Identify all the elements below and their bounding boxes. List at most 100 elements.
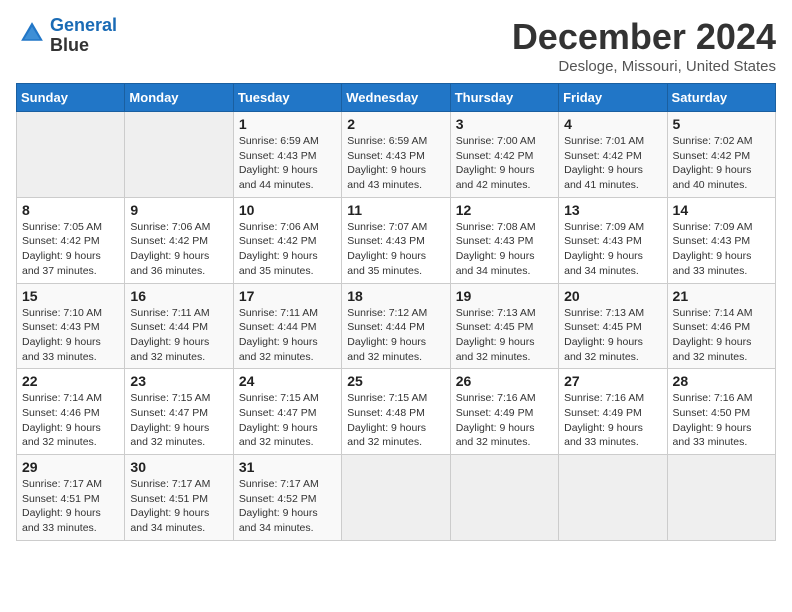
day-number: 24 — [239, 373, 336, 389]
day-number: 8 — [22, 202, 119, 218]
day-info: Sunrise: 7:09 AMSunset: 4:43 PMDaylight:… — [673, 220, 770, 279]
calendar-cell: 13 Sunrise: 7:09 AMSunset: 4:43 PMDayligh… — [559, 197, 667, 283]
day-number: 21 — [673, 288, 770, 304]
calendar-cell: 1 Sunrise: 6:59 AMSunset: 4:43 PMDaylight… — [233, 112, 341, 198]
calendar-cell — [17, 112, 125, 198]
day-number: 14 — [673, 202, 770, 218]
calendar-week-3: 22 Sunrise: 7:14 AMSunset: 4:46 PMDayligh… — [17, 369, 776, 455]
calendar-cell: 31Sunrise: 7:17 AMSunset: 4:52 PMDayligh… — [233, 455, 341, 541]
calendar-cell: 18 Sunrise: 7:12 AMSunset: 4:44 PMDayligh… — [342, 283, 450, 369]
calendar-cell — [342, 455, 450, 541]
day-number: 18 — [347, 288, 444, 304]
day-info: Sunrise: 7:13 AMSunset: 4:45 PMDaylight:… — [564, 306, 661, 365]
day-info: Sunrise: 7:07 AMSunset: 4:43 PMDaylight:… — [347, 220, 444, 279]
day-number: 28 — [673, 373, 770, 389]
day-info: Sunrise: 7:05 AMSunset: 4:42 PMDaylight:… — [22, 220, 119, 279]
day-number: 9 — [130, 202, 227, 218]
calendar-cell: 21 Sunrise: 7:14 AMSunset: 4:46 PMDayligh… — [667, 283, 775, 369]
day-info: Sunrise: 7:09 AMSunset: 4:43 PMDaylight:… — [564, 220, 661, 279]
calendar-cell: 12Sunrise: 7:08 AMSunset: 4:43 PMDayligh… — [450, 197, 558, 283]
header: GeneralBlue December 2024 Desloge, Misso… — [16, 16, 776, 75]
calendar-cell: 16 Sunrise: 7:11 AMSunset: 4:44 PMDayligh… — [125, 283, 233, 369]
calendar-cell: 24 Sunrise: 7:15 AMSunset: 4:47 PMDayligh… — [233, 369, 341, 455]
day-info: Sunrise: 7:10 AMSunset: 4:43 PMDaylight:… — [22, 306, 119, 365]
day-info: Sunrise: 7:15 AMSunset: 4:47 PMDaylight:… — [130, 391, 227, 450]
day-info: Sunrise: 7:16 AMSunset: 4:49 PMDaylight:… — [456, 391, 553, 450]
day-info: Sunrise: 7:13 AMSunset: 4:45 PMDaylight:… — [456, 306, 553, 365]
logo: GeneralBlue — [16, 16, 117, 56]
day-info: Sunrise: 6:59 AMSunset: 4:43 PMDaylight:… — [347, 134, 444, 193]
day-number: 30 — [130, 459, 227, 475]
calendar-cell: 9Sunrise: 7:06 AMSunset: 4:42 PMDaylight… — [125, 197, 233, 283]
header-cell-wednesday: Wednesday — [342, 84, 450, 112]
calendar-header-row: SundayMondayTuesdayWednesdayThursdayFrid… — [17, 84, 776, 112]
day-info: Sunrise: 7:14 AMSunset: 4:46 PMDaylight:… — [673, 306, 770, 365]
day-number: 22 — [22, 373, 119, 389]
calendar-cell: 14 Sunrise: 7:09 AMSunset: 4:43 PMDayligh… — [667, 197, 775, 283]
day-number: 31 — [239, 459, 336, 475]
calendar-cell: 11 Sunrise: 7:07 AMSunset: 4:43 PMDayligh… — [342, 197, 450, 283]
calendar-cell: 17 Sunrise: 7:11 AMSunset: 4:44 PMDayligh… — [233, 283, 341, 369]
calendar-cell: 19 Sunrise: 7:13 AMSunset: 4:45 PMDayligh… — [450, 283, 558, 369]
calendar-cell — [559, 455, 667, 541]
calendar-week-0: 1 Sunrise: 6:59 AMSunset: 4:43 PMDaylight… — [17, 112, 776, 198]
calendar-cell: 10 Sunrise: 7:06 AMSunset: 4:42 PMDayligh… — [233, 197, 341, 283]
day-number: 17 — [239, 288, 336, 304]
day-number: 19 — [456, 288, 553, 304]
day-number: 5 — [673, 116, 770, 132]
calendar-cell: 30 Sunrise: 7:17 AMSunset: 4:51 PMDayligh… — [125, 455, 233, 541]
day-number: 27 — [564, 373, 661, 389]
calendar-subtitle: Desloge, Missouri, United States — [512, 58, 776, 75]
calendar-cell: 20 Sunrise: 7:13 AMSunset: 4:45 PMDayligh… — [559, 283, 667, 369]
day-number: 29 — [22, 459, 119, 475]
day-number: 11 — [347, 202, 444, 218]
day-info: Sunrise: 7:17 AMSunset: 4:51 PMDaylight:… — [22, 477, 119, 536]
day-info: Sunrise: 7:02 AMSunset: 4:42 PMDaylight:… — [673, 134, 770, 193]
calendar-week-1: 8 Sunrise: 7:05 AMSunset: 4:42 PMDaylight… — [17, 197, 776, 283]
calendar-cell: 15 Sunrise: 7:10 AMSunset: 4:43 PMDayligh… — [17, 283, 125, 369]
day-info: Sunrise: 7:11 AMSunset: 4:44 PMDaylight:… — [239, 306, 336, 365]
calendar-cell — [667, 455, 775, 541]
day-number: 23 — [130, 373, 227, 389]
header-cell-tuesday: Tuesday — [233, 84, 341, 112]
day-number: 3 — [456, 116, 553, 132]
header-cell-monday: Monday — [125, 84, 233, 112]
logo-text: GeneralBlue — [50, 16, 117, 56]
header-cell-sunday: Sunday — [17, 84, 125, 112]
calendar-week-4: 29 Sunrise: 7:17 AMSunset: 4:51 PMDayligh… — [17, 455, 776, 541]
day-info: Sunrise: 7:16 AMSunset: 4:49 PMDaylight:… — [564, 391, 661, 450]
day-info: Sunrise: 7:01 AMSunset: 4:42 PMDaylight:… — [564, 134, 661, 193]
calendar-title: December 2024 — [512, 16, 776, 58]
day-info: Sunrise: 7:17 AMSunset: 4:51 PMDaylight:… — [130, 477, 227, 536]
day-number: 10 — [239, 202, 336, 218]
day-info: Sunrise: 7:14 AMSunset: 4:46 PMDaylight:… — [22, 391, 119, 450]
calendar-cell: 22 Sunrise: 7:14 AMSunset: 4:46 PMDayligh… — [17, 369, 125, 455]
day-number: 15 — [22, 288, 119, 304]
day-info: Sunrise: 6:59 AMSunset: 4:43 PMDaylight:… — [239, 134, 336, 193]
day-number: 1 — [239, 116, 336, 132]
calendar-body: 1 Sunrise: 6:59 AMSunset: 4:43 PMDaylight… — [17, 112, 776, 541]
day-number: 16 — [130, 288, 227, 304]
day-number: 13 — [564, 202, 661, 218]
day-number: 25 — [347, 373, 444, 389]
title-area: December 2024 Desloge, Missouri, United … — [512, 16, 776, 75]
day-info: Sunrise: 7:06 AMSunset: 4:42 PMDaylight:… — [239, 220, 336, 279]
day-info: Sunrise: 7:12 AMSunset: 4:44 PMDaylight:… — [347, 306, 444, 365]
calendar-cell — [125, 112, 233, 198]
calendar-cell — [450, 455, 558, 541]
calendar-cell: 25Sunrise: 7:15 AMSunset: 4:48 PMDayligh… — [342, 369, 450, 455]
calendar-cell: 29 Sunrise: 7:17 AMSunset: 4:51 PMDayligh… — [17, 455, 125, 541]
header-cell-friday: Friday — [559, 84, 667, 112]
logo-icon — [18, 19, 46, 47]
day-number: 26 — [456, 373, 553, 389]
day-number: 4 — [564, 116, 661, 132]
calendar-cell: 28Sunrise: 7:16 AMSunset: 4:50 PMDayligh… — [667, 369, 775, 455]
calendar-cell: 27 Sunrise: 7:16 AMSunset: 4:49 PMDayligh… — [559, 369, 667, 455]
day-number: 2 — [347, 116, 444, 132]
calendar-week-2: 15 Sunrise: 7:10 AMSunset: 4:43 PMDayligh… — [17, 283, 776, 369]
day-info: Sunrise: 7:15 AMSunset: 4:47 PMDaylight:… — [239, 391, 336, 450]
calendar-table: SundayMondayTuesdayWednesdayThursdayFrid… — [16, 83, 776, 541]
day-info: Sunrise: 7:08 AMSunset: 4:43 PMDaylight:… — [456, 220, 553, 279]
day-number: 20 — [564, 288, 661, 304]
day-info: Sunrise: 7:11 AMSunset: 4:44 PMDaylight:… — [130, 306, 227, 365]
